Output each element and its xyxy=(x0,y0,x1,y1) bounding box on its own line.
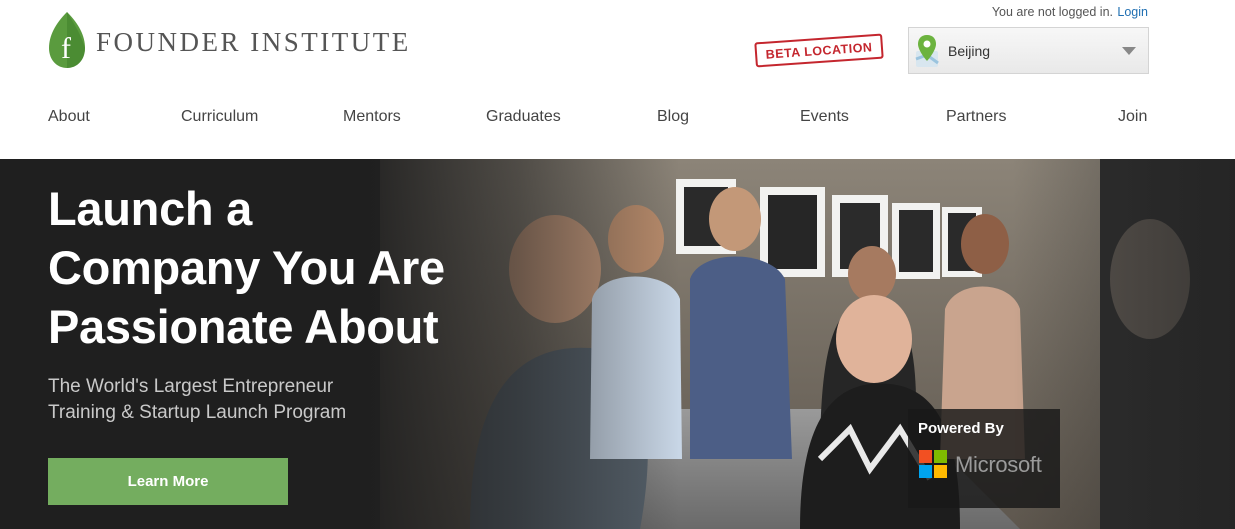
nav-item-graduates[interactable]: Graduates xyxy=(486,108,561,126)
svg-text:f: f xyxy=(61,32,71,65)
subhead-line: The World's Largest Entrepreneur xyxy=(48,376,334,397)
login-link[interactable]: Login xyxy=(1117,5,1148,19)
hero-banner: Launch a Company You Are Passionate Abou… xyxy=(0,159,1235,529)
founder-institute-logo[interactable]: f FOUNDER INSTITUTE xyxy=(47,10,411,70)
microsoft-logo-icon xyxy=(919,450,947,478)
headline-line: Launch a xyxy=(48,182,252,235)
headline-line: Passionate About xyxy=(48,300,439,353)
hero-subheading: The World's Largest Entrepreneur Trainin… xyxy=(48,374,448,426)
hero-headline: Launch a Company You Are Passionate Abou… xyxy=(48,179,568,356)
location-select[interactable]: Beijing xyxy=(908,27,1149,74)
microsoft-wordmark: Microsoft xyxy=(955,452,1042,477)
nav-item-curriculum[interactable]: Curriculum xyxy=(181,108,258,126)
nav-item-join[interactable]: Join xyxy=(1118,108,1147,126)
login-status-text: You are not logged in. xyxy=(991,5,1113,19)
nav-item-blog[interactable]: Blog xyxy=(657,108,689,126)
powered-by-microsoft[interactable]: Powered By Microsoft xyxy=(908,409,1060,508)
brand-name: FOUNDER INSTITUTE xyxy=(96,26,411,57)
powered-by-label: Powered By xyxy=(918,420,1004,437)
site-header: f FOUNDER INSTITUTE You are not logged i… xyxy=(0,0,1235,159)
map-pin-icon xyxy=(915,34,939,67)
subhead-line: Training & Startup Launch Program xyxy=(48,402,347,423)
nav-item-events[interactable]: Events xyxy=(800,108,849,126)
location-value: Beijing xyxy=(948,42,991,59)
beta-location-badge: BETA LOCATION xyxy=(754,33,884,68)
nav-item-partners[interactable]: Partners xyxy=(946,108,1006,126)
learn-more-button[interactable]: Learn More xyxy=(48,458,288,505)
chevron-down-icon[interactable] xyxy=(1122,47,1136,55)
main-nav: About Curriculum Mentors Graduates Blog … xyxy=(48,108,1148,128)
nav-item-mentors[interactable]: Mentors xyxy=(343,108,401,126)
leaf-logo-icon: f xyxy=(49,12,85,68)
nav-item-about[interactable]: About xyxy=(48,108,90,126)
headline-line: Company You Are xyxy=(48,241,445,294)
